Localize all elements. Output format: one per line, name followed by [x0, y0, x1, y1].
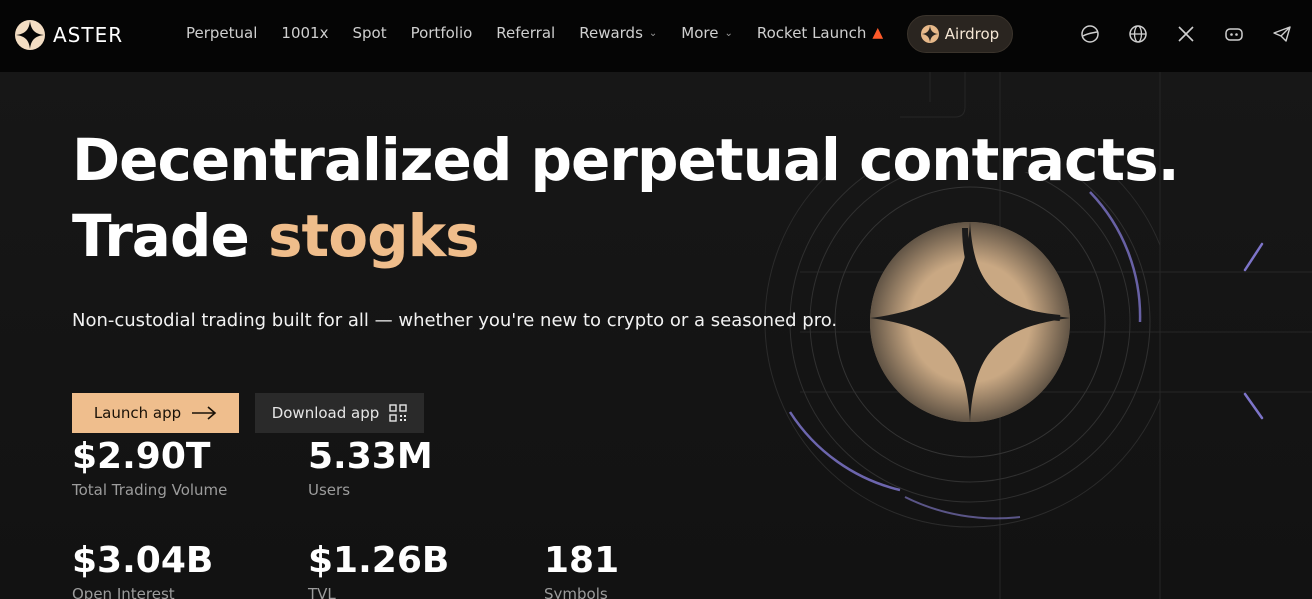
- social-icons: [1078, 22, 1294, 46]
- stat-value: $2.90T: [72, 436, 211, 477]
- telegram-icon[interactable]: [1270, 22, 1294, 46]
- nav-link-label: 1001x: [281, 24, 329, 42]
- hero-section: Decentralized perpetual contracts. Trade…: [0, 72, 1312, 599]
- aster-logo-icon: [15, 20, 45, 50]
- fire-icon: ▲: [872, 25, 884, 41]
- headline-line-1: Decentralized perpetual contracts.: [72, 126, 1180, 194]
- nav-link-label: More: [681, 24, 719, 42]
- airdrop-label: Airdrop: [944, 25, 1000, 43]
- nav-link-spot[interactable]: Spot: [352, 24, 386, 42]
- nav-link-referral[interactable]: Referral: [496, 24, 555, 42]
- aster-logo-icon: [920, 25, 939, 43]
- hero-headline: Decentralized perpetual contracts. Trade…: [72, 122, 1180, 274]
- x-icon[interactable]: [1174, 22, 1198, 46]
- stat-symbols: 181 Symbols: [544, 541, 619, 599]
- stat-tvl: $1.26B TVL: [308, 541, 449, 599]
- stat-users: 5.33M Users: [308, 436, 433, 500]
- launch-app-label: Launch app: [93, 404, 182, 422]
- arrow-right-icon: [192, 406, 217, 420]
- headline-accent-word: stogks: [267, 202, 480, 270]
- stat-value: 181: [544, 540, 620, 581]
- headline-line-2: Trade stogks: [72, 198, 1179, 274]
- nav-link-rewards[interactable]: Rewards ⌄: [579, 24, 657, 42]
- stat-value: 5.33M: [308, 436, 433, 477]
- qr-code-icon: [389, 404, 407, 422]
- nav-link-label: Rewards: [579, 24, 643, 42]
- stat-label: TVL: [308, 585, 336, 599]
- download-app-button[interactable]: Download app: [255, 393, 424, 433]
- nav-link-label: Perpetual: [186, 24, 258, 42]
- stat-label: Users: [308, 481, 351, 499]
- stat-label: Open Interest: [72, 585, 175, 599]
- stat-value: $1.26B: [308, 540, 450, 581]
- launch-app-button[interactable]: Launch app: [72, 393, 239, 433]
- stat-label: Total Trading Volume: [72, 481, 228, 499]
- nav-link-label: Rocket Launch: [756, 24, 867, 42]
- brand-name: ASTER: [53, 23, 124, 47]
- globe-icon[interactable]: [1126, 22, 1150, 46]
- nav-link-label: Spot: [352, 24, 387, 42]
- nav-link-perpetual[interactable]: Perpetual: [186, 24, 257, 42]
- download-app-label: Download app: [271, 404, 380, 422]
- stat-total-trading-volume: $2.90T Total Trading Volume: [72, 436, 228, 500]
- chevron-down-icon: ⌄: [648, 27, 658, 39]
- theme-icon[interactable]: [1078, 22, 1102, 46]
- top-navbar: ASTER Perpetual 1001x Spot Portfolio Ref…: [0, 0, 1312, 72]
- nav-link-more[interactable]: More ⌄: [681, 24, 733, 42]
- nav-link-label: Referral: [496, 24, 556, 42]
- chevron-down-icon: ⌄: [724, 27, 733, 39]
- airdrop-button[interactable]: Airdrop: [907, 15, 1013, 53]
- nav-link-portfolio[interactable]: Portfolio: [411, 24, 473, 42]
- nav-link-rocket-launch[interactable]: Rocket Launch ▲: [757, 24, 883, 42]
- nav-link-1001x[interactable]: 1001x: [281, 24, 328, 42]
- hero-subtitle: Non-custodial trading built for all — wh…: [72, 310, 838, 331]
- nav-links: Perpetual 1001x Spot Portfolio Referral …: [186, 24, 907, 42]
- headline-prefix: Trade: [72, 202, 268, 270]
- stat-value: $3.04B: [72, 540, 214, 581]
- brand-logo[interactable]: ASTER: [15, 20, 123, 50]
- stat-open-interest: $3.04B Open Interest: [72, 541, 213, 599]
- stat-label: Symbols: [544, 585, 608, 599]
- discord-icon[interactable]: [1222, 22, 1246, 46]
- nav-link-label: Portfolio: [410, 24, 473, 42]
